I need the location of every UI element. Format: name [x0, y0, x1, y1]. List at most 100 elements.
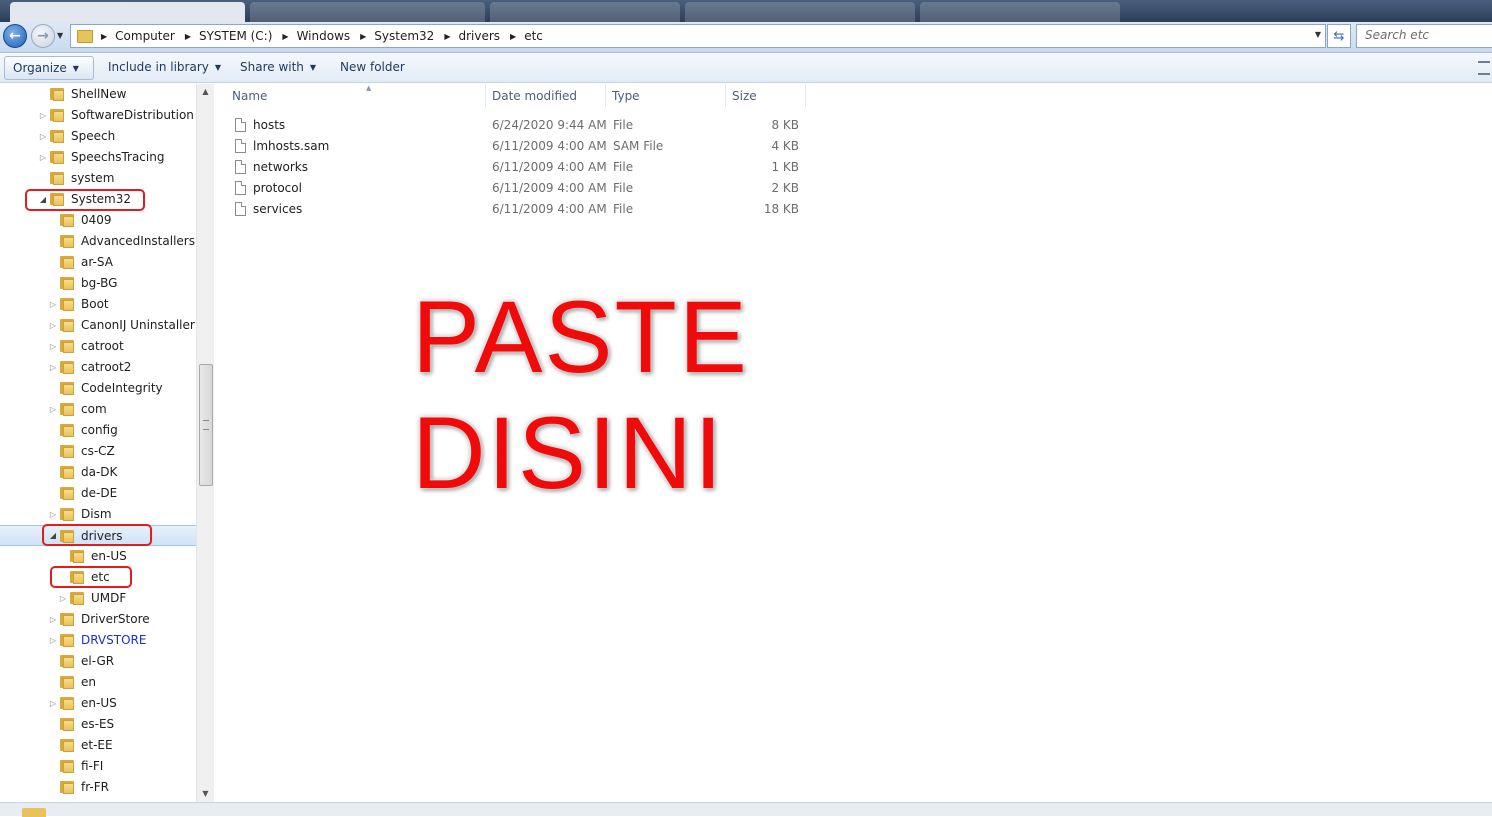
tree-item[interactable]: ▷ SpeechsTracing — [0, 147, 196, 168]
tree-item[interactable]: ▷ SoftwareDistribution — [0, 105, 196, 126]
file-row[interactable]: lmhosts.sam 6/11/2009 4:00 AM SAM File 4 KB — [214, 136, 814, 157]
file-row[interactable]: networks 6/11/2009 4:00 AM File 1 KB — [214, 157, 814, 178]
chevron-right-icon[interactable]: ▶ — [101, 32, 107, 41]
breadcrumb-drivers[interactable]: drivers — [458, 29, 500, 43]
collapsed-arrow-icon[interactable]: ▷ — [39, 132, 47, 141]
file-icon — [235, 202, 246, 216]
search-input[interactable] — [1357, 25, 1485, 45]
tree-item[interactable]: ▷ en-US — [0, 693, 196, 714]
tree-item-label: AdvancedInstallers — [81, 234, 195, 248]
new-folder-label: New folder — [340, 60, 405, 74]
collapsed-arrow-icon[interactable]: ▷ — [49, 510, 57, 519]
forward-button[interactable]: → — [31, 24, 55, 48]
include-in-library-button[interactable]: Include in library ▼ — [100, 56, 229, 78]
collapsed-arrow-icon[interactable]: ▷ — [49, 342, 57, 351]
chevron-right-icon[interactable]: ▶ — [444, 32, 450, 41]
tree-item[interactable]: fr-FR — [0, 777, 196, 798]
browser-tab[interactable] — [10, 2, 245, 22]
tree-item[interactable]: ▷ CanonIJ Uninstaller In — [0, 315, 196, 336]
column-header-name[interactable]: Name ▲ — [226, 84, 486, 108]
tree-item[interactable]: ShellNew — [0, 84, 196, 105]
tree-item[interactable]: en — [0, 672, 196, 693]
collapsed-arrow-icon[interactable]: ▷ — [39, 111, 47, 120]
organize-button[interactable]: Organize ▼ — [4, 56, 94, 80]
tree-item[interactable]: fi-FI — [0, 756, 196, 777]
collapsed-arrow-icon[interactable]: ▷ — [49, 300, 57, 309]
tree-item[interactable]: ▷ UMDF — [0, 588, 196, 609]
breadcrumb-system-c[interactable]: SYSTEM (C:) — [199, 29, 272, 43]
tree-item[interactable]: en-US — [0, 546, 196, 567]
collapsed-arrow-icon[interactable]: ▷ — [49, 636, 57, 645]
scroll-down-arrow-icon[interactable]: ▼ — [197, 786, 214, 802]
tree-item-label: DRVSTORE — [81, 633, 147, 647]
tree-item[interactable]: system — [0, 168, 196, 189]
chevron-right-icon[interactable]: ▶ — [185, 32, 191, 41]
chevron-right-icon[interactable]: ▶ — [510, 32, 516, 41]
back-button[interactable]: ← — [3, 24, 27, 48]
tree-item[interactable]: ar-SA — [0, 252, 196, 273]
tree-item[interactable]: ▷ DriverStore — [0, 609, 196, 630]
tree-item[interactable]: CodeIntegrity — [0, 378, 196, 399]
file-row[interactable]: services 6/11/2009 4:00 AM File 18 KB — [214, 199, 814, 220]
tree-item[interactable]: ▷ catroot2 — [0, 357, 196, 378]
tree-item[interactable]: ▷ Speech — [0, 126, 196, 147]
file-row[interactable]: hosts 6/24/2020 9:44 AM File 8 KB — [214, 115, 814, 136]
collapsed-arrow-icon[interactable]: ▷ — [49, 699, 57, 708]
collapsed-arrow-icon[interactable]: ▷ — [59, 594, 67, 603]
share-with-button[interactable]: Share with ▼ — [232, 56, 324, 78]
search-box[interactable] — [1356, 24, 1492, 48]
tree-item[interactable]: ▷ Boot — [0, 294, 196, 315]
folder-icon — [60, 318, 74, 332]
grip-icon — [203, 420, 209, 430]
folder-icon — [70, 591, 84, 605]
tree-item[interactable]: de-DE — [0, 483, 196, 504]
file-type: File — [613, 202, 634, 216]
collapsed-arrow-icon[interactable]: ▷ — [49, 615, 57, 624]
breadcrumb-computer[interactable]: Computer — [115, 29, 175, 43]
tree-item[interactable]: ▷ catroot — [0, 336, 196, 357]
column-header-type[interactable]: Type — [606, 84, 726, 108]
folder-icon — [50, 150, 64, 164]
scroll-up-arrow-icon[interactable]: ▲ — [197, 84, 214, 100]
collapsed-arrow-icon[interactable]: ▷ — [49, 321, 57, 330]
browser-tab[interactable] — [920, 2, 1120, 22]
browser-tab[interactable] — [250, 2, 485, 22]
tree-item[interactable]: ▷ com — [0, 399, 196, 420]
tree-item[interactable]: config — [0, 420, 196, 441]
collapsed-arrow-icon[interactable]: ▷ — [49, 405, 57, 414]
collapsed-arrow-icon[interactable]: ▷ — [39, 153, 47, 162]
tree-item[interactable]: bg-BG — [0, 273, 196, 294]
address-bar[interactable]: ▶ Computer ▶ SYSTEM (C:) ▶ Windows ▶ Sys… — [70, 24, 1326, 48]
chevron-right-icon[interactable]: ▶ — [360, 32, 366, 41]
tree-item[interactable]: 0409 — [0, 210, 196, 231]
folder-icon — [60, 360, 74, 374]
chevron-right-icon[interactable]: ▶ — [282, 32, 288, 41]
navigation-scrollbar[interactable]: ▲ ▼ — [196, 84, 214, 802]
refresh-button[interactable]: ⇆ — [1327, 24, 1351, 48]
file-row[interactable]: protocol 6/11/2009 4:00 AM File 2 KB — [214, 178, 814, 199]
tree-item[interactable]: ▷ DRVSTORE — [0, 630, 196, 651]
address-dropdown-icon[interactable]: ▼ — [1315, 30, 1321, 39]
column-header-date-modified[interactable]: Date modified — [486, 84, 606, 108]
tree-item-label: CodeIntegrity — [81, 381, 163, 395]
tree-item[interactable]: cs-CZ — [0, 441, 196, 462]
browser-tab[interactable] — [685, 2, 915, 22]
scrollbar-thumb[interactable] — [199, 364, 213, 486]
view-options-icon[interactable] — [1478, 61, 1490, 75]
new-folder-button[interactable]: New folder — [332, 56, 413, 78]
tree-item[interactable]: ▷ Dism — [0, 504, 196, 525]
chevron-down-icon: ▼ — [72, 63, 79, 73]
breadcrumb-etc[interactable]: etc — [524, 29, 543, 43]
recent-pages-dropdown-icon[interactable]: ▼ — [57, 31, 63, 40]
browser-tab[interactable] — [490, 2, 680, 22]
tree-item[interactable]: et-EE — [0, 735, 196, 756]
collapsed-arrow-icon[interactable]: ▷ — [49, 363, 57, 372]
tree-item-label: SoftwareDistribution — [71, 108, 194, 122]
tree-item[interactable]: el-GR — [0, 651, 196, 672]
breadcrumb-windows[interactable]: Windows — [297, 29, 351, 43]
column-header-size[interactable]: Size — [726, 84, 806, 108]
tree-item[interactable]: es-ES — [0, 714, 196, 735]
breadcrumb-system32[interactable]: System32 — [374, 29, 434, 43]
tree-item[interactable]: da-DK — [0, 462, 196, 483]
tree-item[interactable]: AdvancedInstallers — [0, 231, 196, 252]
